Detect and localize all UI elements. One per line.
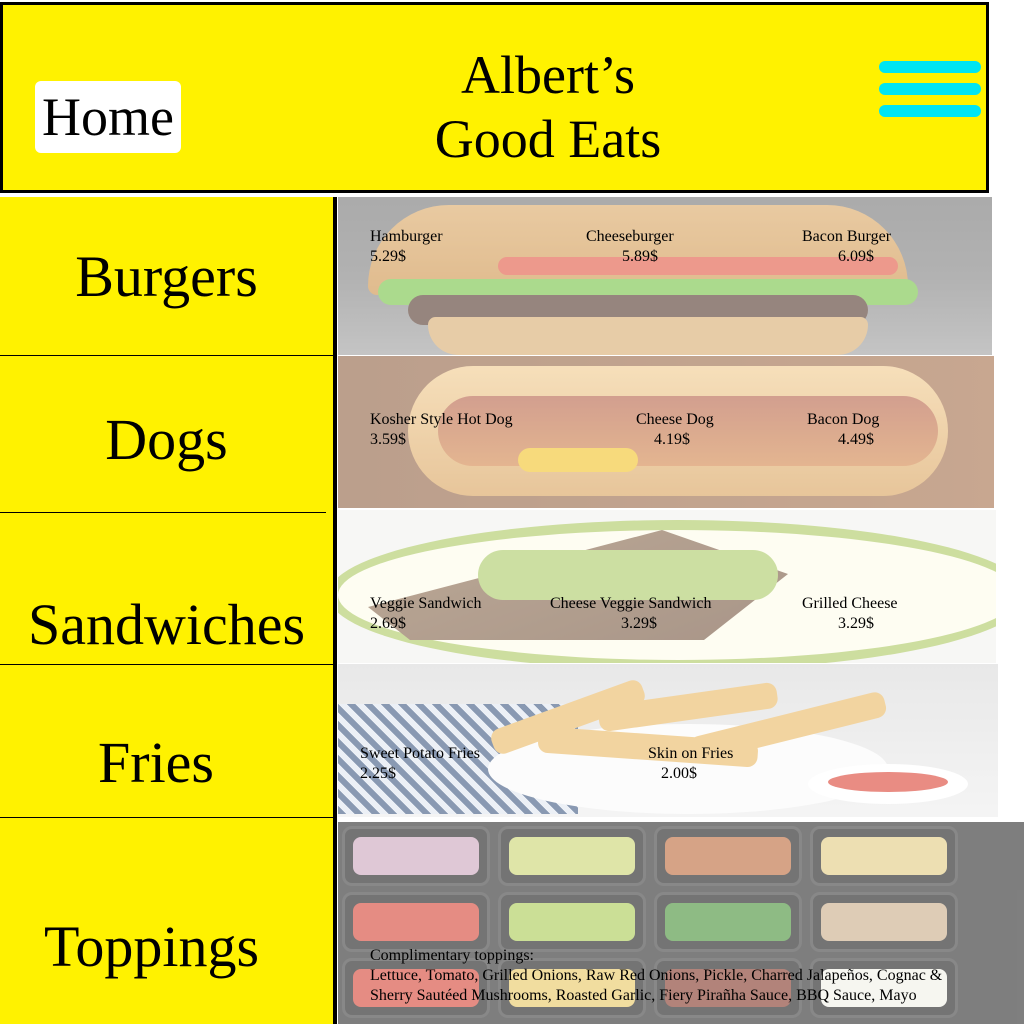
- hamburger-menu-icon[interactable]: [879, 61, 981, 121]
- item-price: 2.69$: [370, 615, 406, 632]
- fries-panel: Sweet Potato Fries 2.25$ Skin on Fries 2…: [338, 664, 998, 817]
- item-name: Bacon Dog: [807, 411, 880, 428]
- sidebar-item-toppings[interactable]: Toppings: [0, 818, 333, 1024]
- item-price: 5.29$: [370, 248, 406, 265]
- category-sidebar: Burgers Dogs Sandwiches Fries Toppings: [0, 197, 337, 1024]
- toppings-panel: Complimentary toppings: Lettuce, Tomato,…: [338, 822, 1024, 1024]
- item-price: 3.29$: [621, 615, 657, 632]
- item-name: Hamburger: [370, 228, 443, 245]
- dogs-panel: Kosher Style Hot Dog 3.59$ Cheese Dog 4.…: [338, 356, 994, 508]
- burgers-panel: Hamburger 5.29$ Cheeseburger 5.89$ Bacon…: [338, 197, 992, 355]
- home-button[interactable]: Home: [35, 81, 181, 153]
- header-bar: Home Albert’s Good Eats: [0, 2, 989, 193]
- item-price: 2.00$: [661, 765, 697, 782]
- menu-bar: [879, 105, 981, 117]
- menu-item-cheese-veggie-sandwich[interactable]: Cheese Veggie Sandwich 3.29$: [550, 594, 711, 634]
- item-price: 2.25$: [360, 765, 396, 782]
- item-price: 3.59$: [370, 431, 406, 448]
- menu-item-hamburger[interactable]: Hamburger 5.29$: [370, 227, 443, 267]
- item-price: 4.19$: [654, 431, 690, 448]
- item-name: Grilled Cheese: [802, 595, 898, 612]
- item-price: 5.89$: [622, 248, 658, 265]
- menu-item-kosher-hot-dog[interactable]: Kosher Style Hot Dog 3.59$: [370, 410, 513, 450]
- sandwiches-panel: Veggie Sandwich 2.69$ Cheese Veggie Sand…: [338, 510, 996, 663]
- item-name: Cheese Veggie Sandwich: [550, 595, 712, 612]
- sidebar-item-sandwiches[interactable]: Sandwiches: [0, 513, 333, 664]
- menu-bar: [879, 83, 981, 95]
- menu-item-skin-on-fries[interactable]: Skin on Fries 2.00$: [648, 744, 733, 784]
- title-line-1: Albert’s: [461, 45, 635, 105]
- menu-item-sweet-potato-fries[interactable]: Sweet Potato Fries 2.25$: [360, 744, 480, 784]
- item-name: Cheese Dog: [636, 411, 714, 428]
- item-price: 6.09$: [838, 248, 874, 265]
- item-name: Cheeseburger: [586, 228, 674, 245]
- toppings-list-line-1: Lettuce, Tomato, Grilled Onions, Raw Red…: [370, 967, 943, 984]
- page-title: Albert’s Good Eats: [343, 43, 753, 171]
- sidebar-item-fries[interactable]: Fries: [0, 665, 333, 817]
- item-name: Sweet Potato Fries: [360, 745, 480, 762]
- item-name: Kosher Style Hot Dog: [370, 411, 513, 428]
- menu-item-veggie-sandwich[interactable]: Veggie Sandwich 2.69$: [370, 594, 482, 634]
- menu-item-bacon-burger[interactable]: Bacon Burger 6.09$: [802, 227, 891, 267]
- sidebar-item-burgers[interactable]: Burgers: [0, 197, 333, 355]
- title-line-2: Good Eats: [434, 109, 662, 169]
- toppings-heading: Complimentary toppings:: [370, 947, 534, 964]
- menu-item-cheeseburger[interactable]: Cheeseburger 5.89$: [586, 227, 674, 267]
- item-price: 4.49$: [838, 431, 874, 448]
- toppings-list-line-2: Sherry Sautéed Mushrooms, Roasted Garlic…: [370, 987, 917, 1004]
- menu-item-grilled-cheese[interactable]: Grilled Cheese 3.29$: [802, 594, 898, 634]
- sidebar-item-dogs[interactable]: Dogs: [0, 356, 333, 514]
- menu-item-bacon-dog[interactable]: Bacon Dog 4.49$: [807, 410, 879, 450]
- item-name: Veggie Sandwich: [370, 595, 482, 612]
- toppings-description: Complimentary toppings: Lettuce, Tomato,…: [370, 946, 942, 1006]
- menu-bar: [879, 61, 981, 73]
- item-name: Skin on Fries: [648, 745, 734, 762]
- item-price: 3.29$: [838, 615, 874, 632]
- menu-item-cheese-dog[interactable]: Cheese Dog 4.19$: [636, 410, 714, 450]
- item-name: Bacon Burger: [802, 228, 892, 245]
